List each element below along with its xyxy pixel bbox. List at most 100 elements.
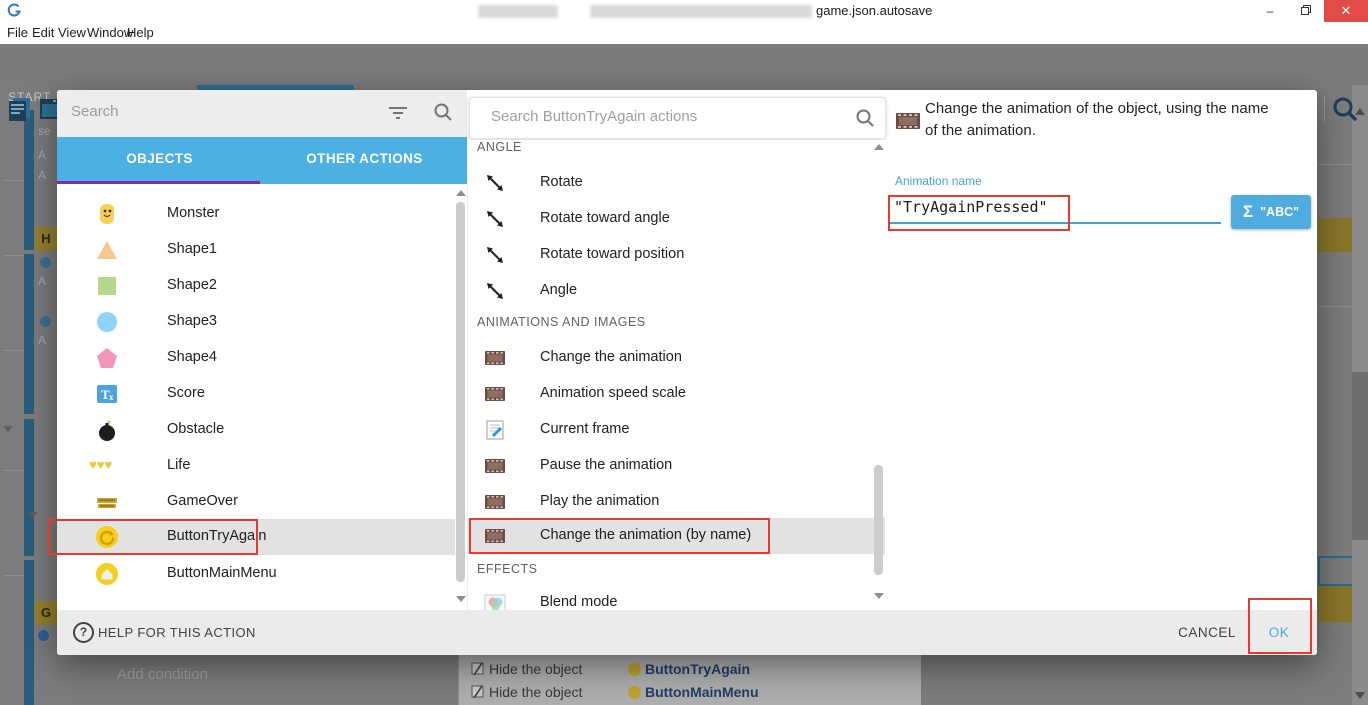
tree-guide-line [4, 180, 24, 181]
tree-guide-line [4, 255, 24, 256]
action-row-rotate-toward-angle[interactable]: Rotate toward angle [468, 201, 873, 237]
window-title: game.json.autosave [816, 3, 932, 18]
annotation-box-buttontryagain [48, 519, 258, 555]
collapse-arrow-icon [28, 512, 38, 518]
annotation-box-ok-button [1248, 598, 1312, 654]
action-label: Play the animation [540, 493, 659, 509]
minimize-button[interactable]: – [1252, 0, 1288, 22]
hearts-icon: ♥♥♥ [89, 457, 129, 481]
scroll-down-icon[interactable] [456, 596, 466, 602]
event-text-fragment: se [38, 124, 51, 138]
highlighted-event-row: H [35, 227, 57, 251]
object-row-shape1[interactable]: Shape1 [57, 232, 455, 268]
add-condition-link: Add condition [117, 666, 208, 683]
gear-icon [40, 316, 51, 327]
cancel-button[interactable]: CANCEL [1165, 618, 1249, 648]
event-action-row: Hide the object ButtonTryAgain [459, 658, 921, 681]
action-description-line2: of the animation. [925, 122, 1285, 139]
event-divider [1318, 306, 1352, 307]
event-block-bar [24, 560, 34, 705]
blend-mode-icon [484, 592, 506, 610]
expression-editor-button[interactable]: Σ "ABC" [1231, 195, 1311, 229]
action-row-blend-mode[interactable]: Blend mode [468, 585, 873, 610]
filter-icon[interactable] [387, 104, 409, 122]
action-list-scrollbar[interactable] [873, 140, 885, 610]
text-object-icon: T x [95, 382, 119, 406]
action-description-line1: Change the animation of the object, usin… [925, 100, 1285, 117]
maximize-button[interactable] [1288, 0, 1324, 22]
rotate-icon [484, 280, 506, 302]
object-row-monster[interactable]: Monster [57, 196, 455, 232]
object-list-scrollbar[interactable] [455, 184, 467, 610]
hide-action-icon [471, 685, 485, 699]
events-scrollbar-thumb[interactable] [1352, 372, 1368, 540]
action-label: Current frame [540, 421, 629, 437]
action-row-angle[interactable]: Angle [468, 273, 873, 309]
object-label: Shape3 [167, 313, 217, 329]
object-row-obstacle[interactable]: Obstacle [57, 412, 455, 448]
help-link[interactable]: HELP FOR THIS ACTION [98, 625, 256, 640]
event-text-fragment: A [38, 274, 46, 288]
action-search-input[interactable] [489, 107, 823, 126]
action-row-current-frame[interactable]: Current frame [468, 412, 873, 448]
object-row-shape4[interactable]: Shape4 [57, 340, 455, 376]
scroll-down-icon[interactable] [1355, 692, 1365, 699]
action-row-change-animation[interactable]: Change the animation [468, 340, 873, 376]
bomb-icon [95, 418, 119, 442]
action-list-scrollbar-thumb[interactable] [874, 465, 883, 575]
action-row-rotate[interactable]: Rotate [468, 165, 873, 201]
project-manager-icon[interactable] [8, 96, 32, 122]
action-row-play-animation[interactable]: Play the animation [468, 484, 873, 520]
menu-edit[interactable]: Edit [32, 25, 54, 40]
action-label: Rotate [540, 174, 583, 190]
event-action-row: Hide the object ButtonMainMenu [459, 681, 921, 704]
highlighted-event-row: G [35, 601, 57, 625]
object-row-gameover[interactable]: GameOver [57, 484, 455, 520]
scroll-up-icon[interactable] [456, 190, 466, 196]
object-label: Shape4 [167, 349, 217, 365]
toolbar-search-icon[interactable] [1330, 95, 1360, 123]
dialog-footer: ? HELP FOR THIS ACTION CANCEL OK [57, 610, 1317, 655]
object-row-buttonmainmenu[interactable]: ButtonMainMenu [57, 556, 455, 592]
action-label: Change the animation [540, 349, 682, 365]
action-label: Angle [540, 282, 577, 298]
object-label: GameOver [167, 493, 238, 509]
tab-other-actions[interactable]: OTHER ACTIONS [262, 137, 467, 181]
object-row-shape3[interactable]: Shape3 [57, 304, 455, 340]
action-row-pause-animation[interactable]: Pause the animation [468, 448, 873, 484]
highlighted-event-block [1318, 218, 1352, 252]
search-icon[interactable] [433, 102, 453, 122]
object-row-life[interactable]: ♥♥♥ Life [57, 448, 455, 484]
object-list-scrollbar-thumb[interactable] [456, 202, 465, 582]
annotation-box-change-animation-by-name [469, 518, 770, 554]
gear-icon [40, 257, 51, 268]
menu-bar: File Edit View Window Help [0, 22, 1368, 44]
search-icon[interactable] [855, 108, 875, 128]
object-row-score[interactable]: T x Score [57, 376, 455, 412]
object-thumbnail-icon [628, 686, 641, 699]
object-label: Shape1 [167, 241, 217, 257]
menu-help[interactable]: Help [127, 25, 154, 40]
action-text: Hide the object [489, 684, 582, 700]
menu-file[interactable]: File [7, 25, 28, 40]
action-row-rotate-toward-position[interactable]: Rotate toward position [468, 237, 873, 273]
menu-view[interactable]: View [58, 25, 86, 40]
action-section-header: EFFECTS [477, 562, 537, 576]
tab-objects[interactable]: OBJECTS [57, 137, 262, 181]
scroll-up-icon[interactable] [874, 144, 884, 150]
hide-action-icon [471, 662, 485, 676]
action-row-animation-speed-scale[interactable]: Animation speed scale [468, 376, 873, 412]
action-object-name: ButtonTryAgain [645, 661, 750, 677]
help-icon[interactable]: ? [73, 622, 94, 643]
redacted-title-text [478, 5, 558, 18]
rotate-icon [484, 244, 506, 266]
object-label: ButtonMainMenu [167, 565, 277, 581]
object-search-input[interactable] [69, 102, 373, 121]
tree-guide-line [4, 350, 24, 351]
event-block-bar [24, 110, 34, 250]
selected-event-outline [1318, 556, 1354, 586]
action-label: Pause the animation [540, 457, 672, 473]
object-row-shape2[interactable]: Shape2 [57, 268, 455, 304]
close-button[interactable]: ✕ [1324, 0, 1368, 22]
scroll-down-icon[interactable] [874, 593, 884, 599]
